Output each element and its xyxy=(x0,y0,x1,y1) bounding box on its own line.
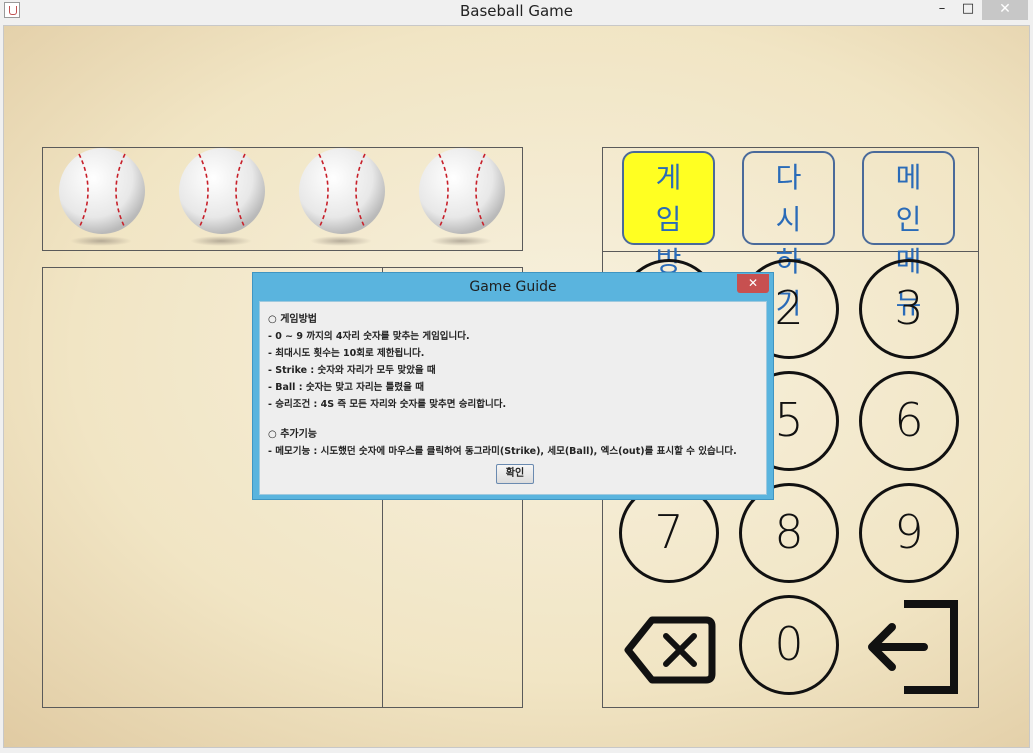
enter-icon[interactable] xyxy=(864,598,962,696)
dialog-title: Game Guide xyxy=(469,279,557,295)
rule-line: - 0 ~ 9 까지의 4자리 숫자를 맞추는 게임입니다. xyxy=(268,331,470,342)
game-guide-label-1: 게 임 xyxy=(655,161,698,236)
title-bar: Baseball Game – □ ✕ xyxy=(0,0,1033,24)
key-9-button[interactable]: 9 xyxy=(859,483,959,583)
game-guide-dialog: Game Guide ✕ ○ 게임방법 - 0 ~ 9 까지의 4자리 숫자를 … xyxy=(252,272,774,500)
dialog-content: ○ 게임방법 - 0 ~ 9 까지의 4자리 숫자를 맞추는 게임입니다. - … xyxy=(259,301,767,495)
section-title-extras: ○ 추가기능 xyxy=(268,429,318,440)
rule-line: - Strike : 숫자와 자리가 모두 맞았을 때 xyxy=(268,365,436,376)
ball-shadow xyxy=(70,236,132,246)
extra-line: - 메모기능 : 시도했던 숫자에 마우스를 클릭하여 동그라미(Strike)… xyxy=(268,446,737,457)
main-menu-label-1: 메 인 xyxy=(895,161,938,236)
rule-line: - 최대시도 횟수는 10회로 제한됩니다. xyxy=(268,348,425,359)
baseball-icon xyxy=(299,148,385,234)
rule-line: - 승리조건 : 4S 즉 모든 자리와 숫자를 맞추면 승리합니다. xyxy=(268,399,507,410)
ball-shadow xyxy=(430,236,492,246)
dialog-close-button[interactable]: ✕ xyxy=(737,274,769,293)
key-6-button[interactable]: 6 xyxy=(859,371,959,471)
close-button[interactable]: ✕ xyxy=(982,0,1028,20)
key-3-button[interactable]: 3 xyxy=(859,259,959,359)
key-0-button[interactable]: 0 xyxy=(739,595,839,695)
baseball-icon xyxy=(59,148,145,234)
rule-line: - Ball : 숫자는 맞고 자리는 틀렸을 때 xyxy=(268,382,424,393)
main-menu-button[interactable]: 메 인 메 뉴 xyxy=(862,151,955,320)
backspace-icon[interactable] xyxy=(622,612,718,688)
baseball-icon xyxy=(419,148,505,234)
ball-shadow xyxy=(310,236,372,246)
ball-shadow xyxy=(190,236,252,246)
maximize-button[interactable]: □ xyxy=(956,0,980,20)
window-title: Baseball Game xyxy=(460,2,573,20)
game-guide-button[interactable]: 게 임 방 법 xyxy=(622,151,715,320)
baseball-icon xyxy=(179,148,265,234)
confirm-button[interactable]: 확인 xyxy=(496,464,534,484)
restart-button[interactable]: 다 시 하 기 xyxy=(742,151,835,320)
section-title-rules: ○ 게임방법 xyxy=(268,314,318,325)
minimize-button[interactable]: – xyxy=(930,0,954,20)
restart-label-1: 다 시 xyxy=(775,161,818,236)
